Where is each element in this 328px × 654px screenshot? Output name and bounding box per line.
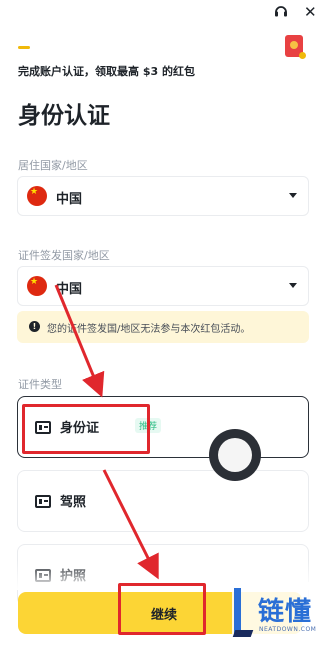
- touch-indicator: [209, 429, 261, 481]
- watermark-logo: 链懂 NEATDOWN.COM: [232, 582, 328, 654]
- arrow-to-continue: [102, 469, 159, 580]
- arrow-to-id-card: [54, 284, 105, 398]
- annotation-arrows: [54, 284, 159, 580]
- watermark-name: 链懂: [258, 597, 313, 627]
- watermark-domain: NEATDOWN.COM: [259, 626, 317, 633]
